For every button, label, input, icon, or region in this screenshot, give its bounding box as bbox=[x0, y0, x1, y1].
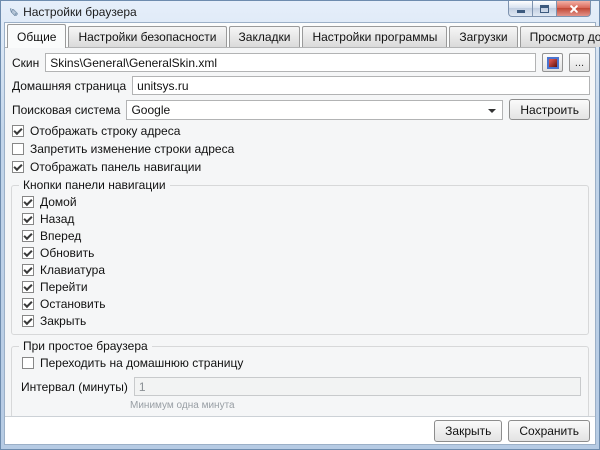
goto-homepage-checkbox[interactable] bbox=[22, 357, 34, 369]
nav-buttons-group-title: Кнопки панели навигации bbox=[19, 178, 170, 192]
search-engine-value: Google bbox=[131, 103, 170, 117]
show-address-bar-checkbox-row[interactable]: Отображать строку адреса bbox=[12, 124, 588, 138]
interval-label: Интервал (минуты) bbox=[21, 380, 128, 394]
window-controls bbox=[509, 1, 591, 17]
general-tab-pane: Скин ... Домашняя страница Поисковая сис… bbox=[5, 48, 595, 417]
nav-buttons-group: Кнопки панели навигации Домой Назад Впер… bbox=[11, 185, 589, 335]
tab-bookmarks[interactable]: Закладки bbox=[229, 26, 301, 47]
nav-checkbox-close-label: Закрыть bbox=[40, 314, 86, 328]
app-icon: ✎ bbox=[8, 6, 18, 16]
close-window-button[interactable] bbox=[556, 1, 591, 17]
nav-checkbox-refresh-label: Обновить bbox=[40, 246, 94, 260]
homepage-row: Домашняя страница bbox=[12, 76, 590, 95]
nav-checkbox-go-row[interactable]: Перейти bbox=[22, 280, 578, 294]
idle-group: При простое браузера Переходить на домаш… bbox=[11, 346, 589, 417]
skin-row: Скин ... bbox=[12, 53, 590, 72]
search-engine-row: Поисковая система Google Настроить bbox=[12, 99, 590, 120]
close-dialog-button[interactable]: Закрыть bbox=[434, 420, 502, 442]
nav-checkbox-forward[interactable] bbox=[22, 230, 34, 242]
nav-checkbox-back-label: Назад bbox=[40, 212, 74, 226]
nav-checkbox-home[interactable] bbox=[22, 196, 34, 208]
minimize-button[interactable] bbox=[508, 1, 533, 17]
nav-checkbox-refresh-row[interactable]: Обновить bbox=[22, 246, 578, 260]
nav-checkbox-home-row[interactable]: Домой bbox=[22, 195, 578, 209]
caret-down-icon bbox=[488, 109, 496, 113]
skin-input[interactable] bbox=[45, 53, 536, 72]
tab-program-settings[interactable]: Настройки программы bbox=[302, 26, 447, 47]
skin-swatch-icon bbox=[547, 57, 559, 69]
nav-checkbox-forward-label: Вперед bbox=[40, 229, 81, 243]
tab-security-settings[interactable]: Настройки безопасности bbox=[68, 26, 226, 47]
interval-row: Интервал (минуты) bbox=[21, 377, 581, 396]
homepage-input[interactable] bbox=[132, 76, 590, 95]
nav-checkbox-keyboard-row[interactable]: Клавиатура bbox=[22, 263, 578, 277]
idle-group-title: При простое браузера bbox=[19, 339, 152, 353]
lock-address-bar-label: Запретить изменение строки адреса bbox=[30, 142, 234, 156]
save-button[interactable]: Сохранить bbox=[508, 420, 590, 442]
show-nav-panel-checkbox[interactable] bbox=[12, 161, 24, 173]
nav-checkbox-close[interactable] bbox=[22, 315, 34, 327]
show-address-bar-label: Отображать строку адреса bbox=[30, 124, 180, 138]
maximize-button[interactable] bbox=[532, 1, 557, 17]
skin-label: Скин bbox=[12, 56, 39, 70]
configure-search-button[interactable]: Настроить bbox=[509, 99, 590, 120]
dialog-body: Общие Настройки безопасности Закладки На… bbox=[4, 22, 596, 445]
lock-address-bar-checkbox[interactable] bbox=[12, 143, 24, 155]
interval-hint: Минимум одна минута bbox=[130, 400, 582, 411]
nav-checkbox-back[interactable] bbox=[22, 213, 34, 225]
goto-homepage-label: Переходить на домашнюю страницу bbox=[40, 356, 243, 370]
search-engine-label: Поисковая система bbox=[12, 103, 120, 117]
nav-checkbox-refresh[interactable] bbox=[22, 247, 34, 259]
nav-checkbox-go[interactable] bbox=[22, 281, 34, 293]
nav-checkbox-stop[interactable] bbox=[22, 298, 34, 310]
nav-checkbox-go-label: Перейти bbox=[40, 280, 88, 294]
homepage-label: Домашняя страница bbox=[12, 79, 126, 93]
minimize-icon bbox=[517, 10, 525, 13]
show-nav-panel-label: Отображать панель навигации bbox=[30, 160, 201, 174]
nav-checkbox-close-row[interactable]: Закрыть bbox=[22, 314, 578, 328]
tab-downloads[interactable]: Загрузки bbox=[449, 26, 517, 47]
nav-checkbox-forward-row[interactable]: Вперед bbox=[22, 229, 578, 243]
tab-general[interactable]: Общие bbox=[7, 24, 66, 48]
footer: Закрыть Сохранить bbox=[5, 417, 595, 444]
tab-bar: Общие Настройки безопасности Закладки На… bbox=[5, 23, 595, 48]
lock-address-bar-checkbox-row[interactable]: Запретить изменение строки адреса bbox=[12, 142, 588, 156]
nav-checkbox-back-row[interactable]: Назад bbox=[22, 212, 578, 226]
show-address-bar-checkbox[interactable] bbox=[12, 125, 24, 137]
nav-checkbox-keyboard[interactable] bbox=[22, 264, 34, 276]
nav-checkbox-keyboard-label: Клавиатура bbox=[40, 263, 105, 277]
skin-preview-button[interactable] bbox=[542, 53, 563, 72]
tab-document-view[interactable]: Просмотр документов bbox=[520, 26, 600, 47]
show-nav-panel-checkbox-row[interactable]: Отображать панель навигации bbox=[12, 160, 588, 174]
skin-browse-button[interactable]: ... bbox=[569, 53, 590, 72]
nav-checkbox-home-label: Домой bbox=[40, 195, 77, 209]
close-x-icon bbox=[569, 4, 579, 14]
maximize-icon bbox=[540, 5, 549, 13]
goto-homepage-checkbox-row[interactable]: Переходить на домашнюю страницу bbox=[22, 356, 578, 370]
search-engine-select[interactable]: Google bbox=[126, 100, 503, 120]
nav-checkbox-stop-label: Остановить bbox=[40, 297, 106, 311]
browser-settings-window: ✎ Настройки браузера Общие Настройки без… bbox=[0, 0, 600, 450]
interval-input[interactable] bbox=[134, 377, 581, 396]
nav-checkbox-stop-row[interactable]: Остановить bbox=[22, 297, 578, 311]
window-title: Настройки браузера bbox=[23, 5, 137, 19]
